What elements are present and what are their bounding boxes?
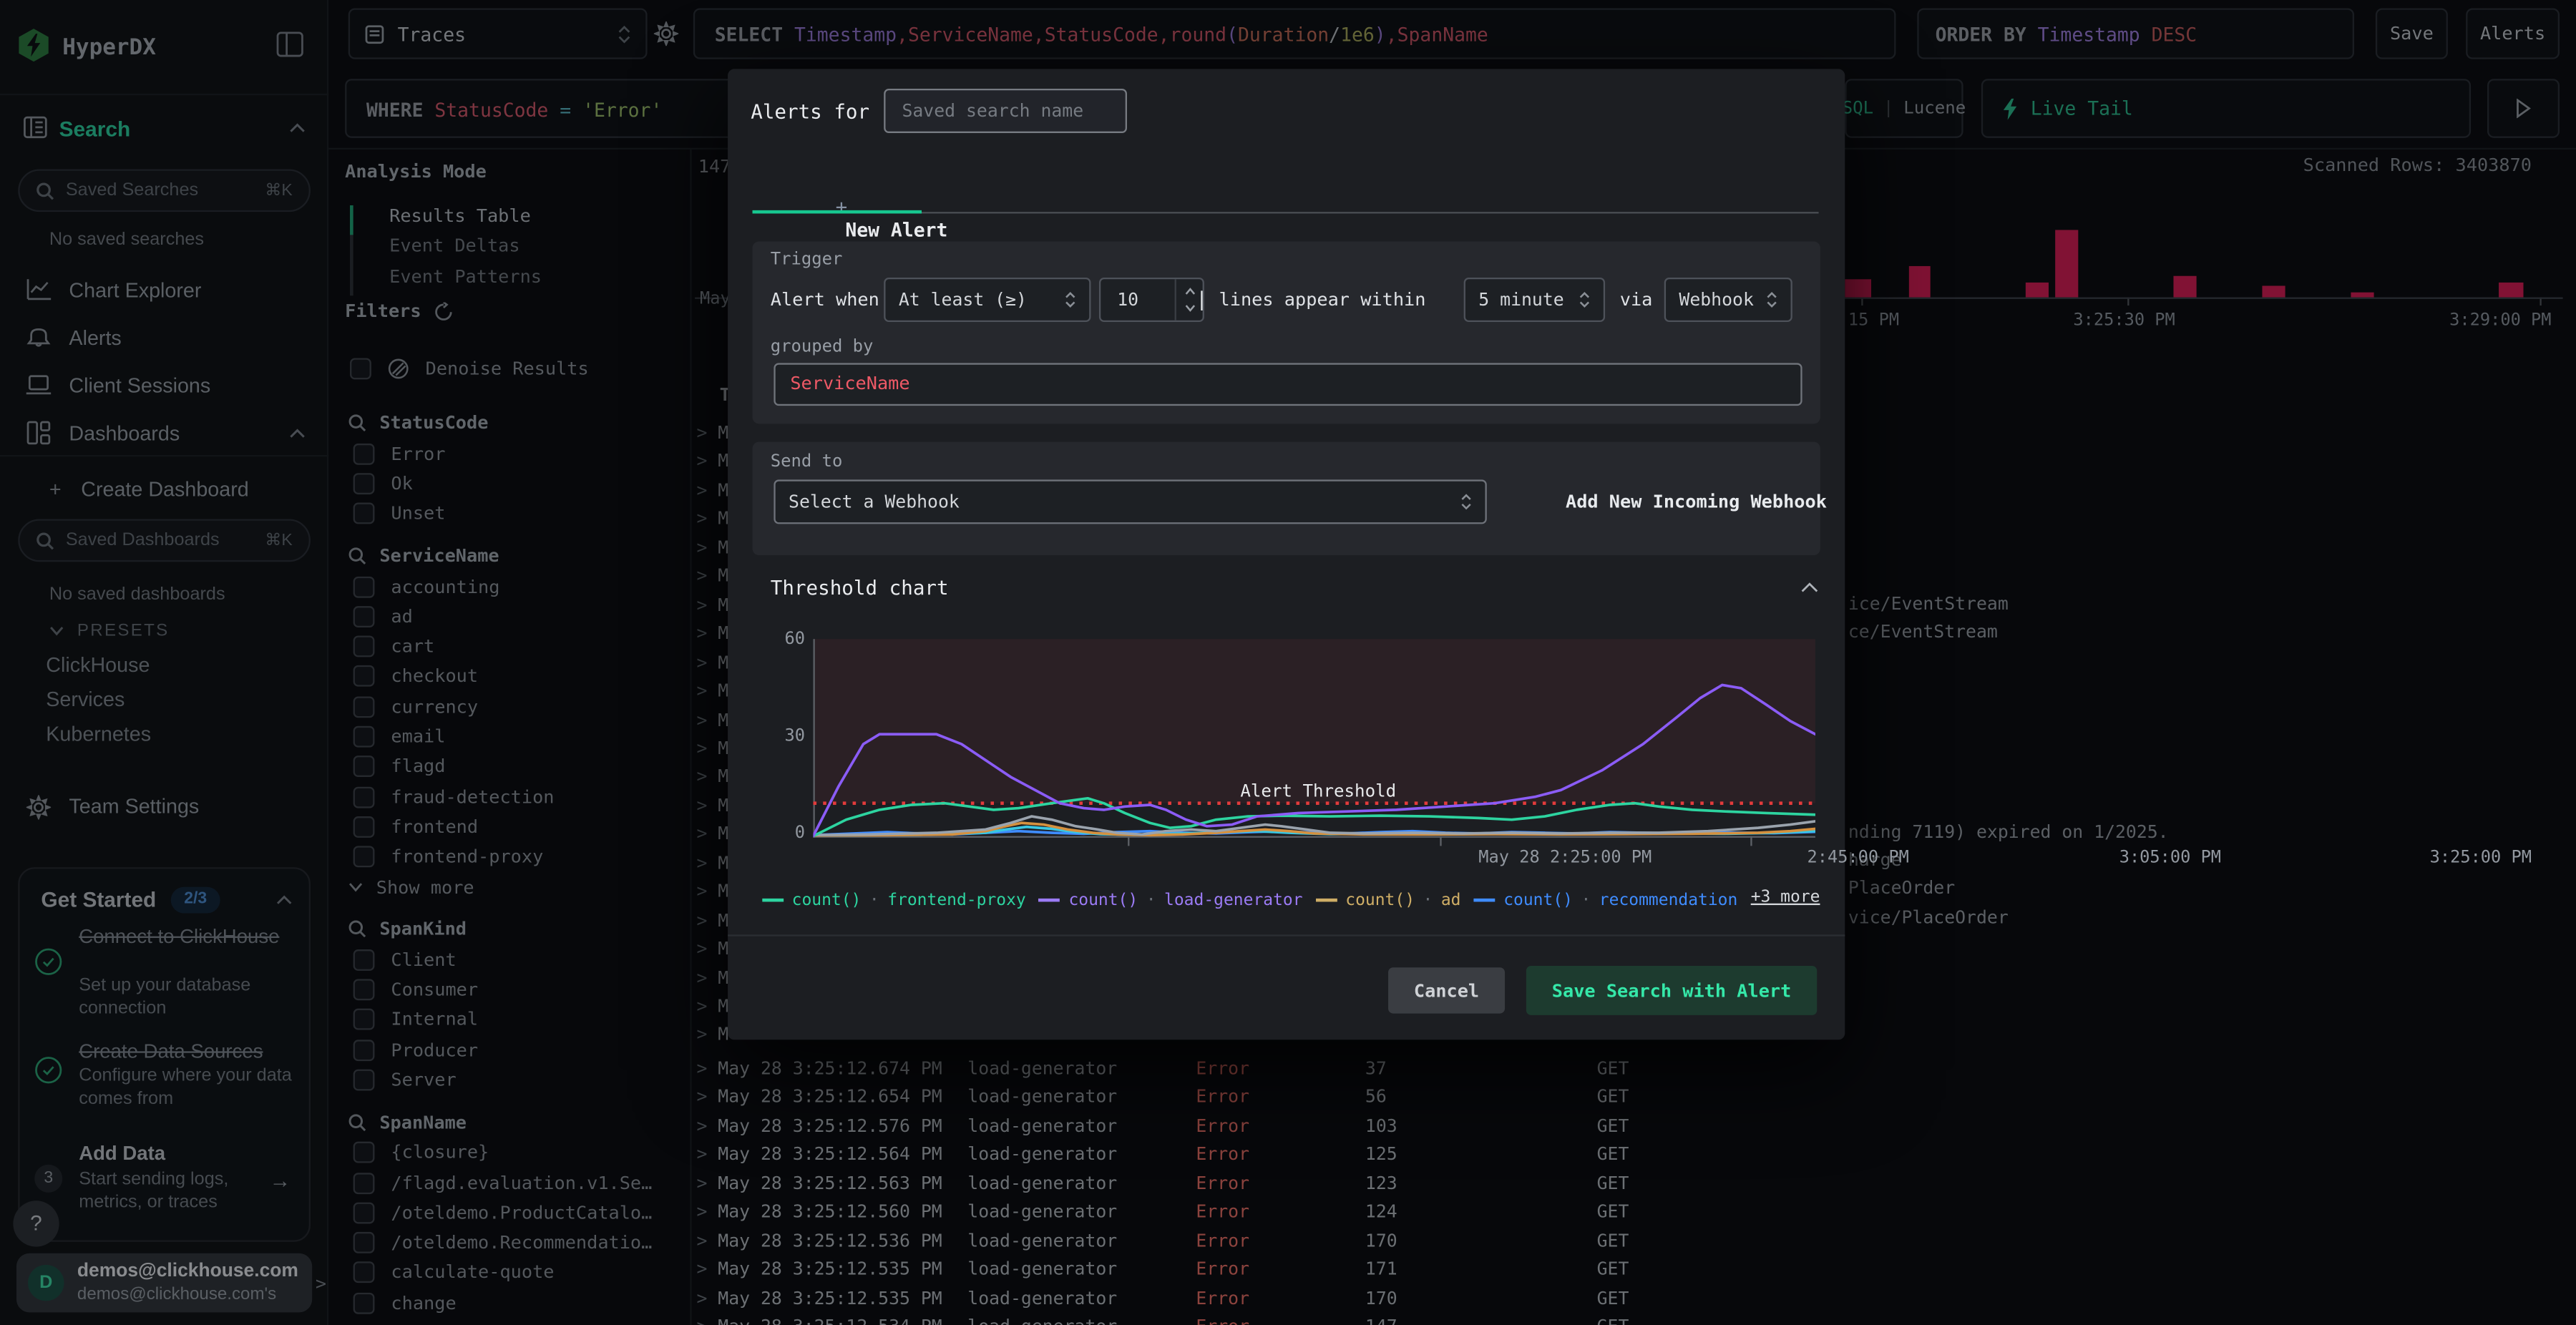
send-to-label: Send to <box>770 451 843 471</box>
chart-x-label: 3:05:00 PM <box>2119 847 2222 868</box>
legend-dash <box>1039 898 1060 902</box>
lines-appear-label: lines appear within <box>1219 289 1426 311</box>
collapse-chart-chevron-icon[interactable] <box>1800 582 1818 593</box>
webhook-select[interactable]: Select a Webhook <box>774 479 1487 524</box>
legend-item[interactable]: count() · frontend-proxy <box>762 891 1026 909</box>
tab-underline <box>922 212 1819 214</box>
modal-footer-divider <box>728 934 1845 937</box>
grouped-by-value: ServiceName <box>790 373 910 395</box>
y-tick-30: 30 <box>784 725 805 746</box>
grouped-by-label: grouped by <box>770 336 874 357</box>
legend-item[interactable]: count() · ad <box>1315 891 1461 909</box>
channel-select[interactable]: Webhook <box>1664 278 1792 322</box>
select-chevrons-icon <box>1460 493 1472 511</box>
select-chevrons-icon <box>1766 290 1777 308</box>
chart-x-label: May 28 2:25:00 PM <box>1478 847 1652 868</box>
threshold-value-input[interactable]: 10 <box>1098 278 1204 322</box>
plus-icon: + <box>835 195 848 219</box>
chart-legend: count() · frontend-proxy count() · load-gener… <box>762 877 1822 909</box>
alert-threshold-label: Alert Threshold <box>1240 781 1397 802</box>
chart-x-label: 2:45:00 PM <box>1807 847 1909 868</box>
y-tick-0: 0 <box>794 823 805 843</box>
select-chevrons-icon <box>1579 290 1590 308</box>
threshold-chart-plot <box>813 639 1815 846</box>
add-webhook-button[interactable]: Add New Incoming Webhook <box>1566 479 1827 524</box>
cancel-button[interactable]: Cancel <box>1388 967 1506 1014</box>
legend-dash <box>1473 898 1496 902</box>
threshold-op-select[interactable]: At least (≥) <box>884 278 1091 322</box>
trigger-section: Trigger Alert when At least (≥) 10 lines… <box>752 241 1820 424</box>
number-stepper[interactable] <box>1174 279 1203 321</box>
tab-active-indicator <box>752 210 922 214</box>
select-chevrons-icon <box>1065 290 1076 308</box>
legend-more-button[interactable]: +3 more <box>1751 889 1820 906</box>
threshold-chart-title: Threshold chart <box>770 576 949 600</box>
legend-dash <box>762 898 784 902</box>
alert-modal: Alerts for Saved search name + New Alert… <box>728 69 2532 1040</box>
legend-item[interactable]: count() · load-generator <box>1039 891 1303 909</box>
save-search-with-alert-button[interactable]: Save Search with Alert <box>1526 965 1818 1015</box>
saved-search-name-input[interactable]: Saved search name <box>884 88 1127 133</box>
modal-title: Alerts for <box>751 100 870 124</box>
trigger-label: Trigger <box>770 249 843 270</box>
saved-search-name-placeholder: Saved search name <box>902 100 1084 122</box>
chart-x-label: 3:25:00 PM <box>2429 847 2532 868</box>
via-label: via <box>1619 289 1653 311</box>
alert-when-label: Alert when <box>770 289 879 311</box>
y-tick-60: 60 <box>784 629 805 649</box>
legend-item[interactable]: count() · recommendation <box>1473 891 1737 909</box>
send-to-section: Send to Select a Webhook Add New Incomin… <box>752 441 1827 556</box>
grouped-by-input[interactable]: ServiceName <box>774 363 1802 406</box>
time-window-select[interactable]: 5 minute <box>1463 278 1606 322</box>
above-threshold-shade <box>813 639 1815 803</box>
legend-dash <box>1315 898 1337 902</box>
